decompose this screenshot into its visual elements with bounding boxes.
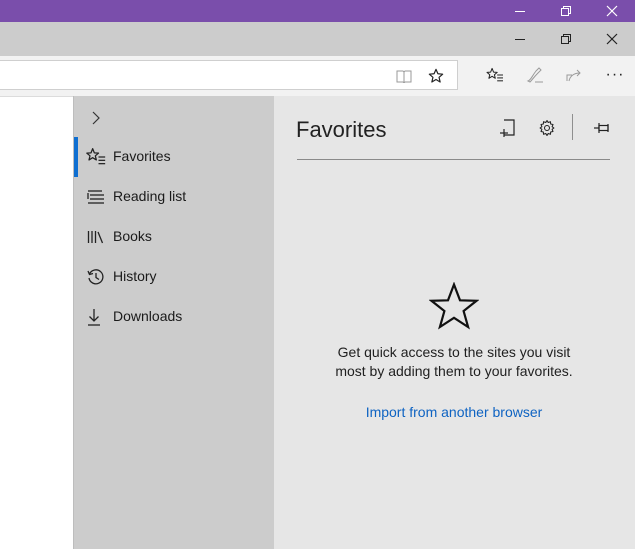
- pane-divider: [297, 159, 610, 160]
- outer-close-button[interactable]: [589, 0, 635, 22]
- books-icon: [86, 227, 106, 247]
- outer-title-bar: [0, 0, 635, 22]
- settings-button[interactable]: [533, 114, 561, 142]
- favorites-hub-icon: [486, 67, 503, 82]
- web-content: [0, 97, 73, 549]
- add-favorite-button[interactable]: [425, 65, 447, 87]
- hub-item-label: Favorites: [113, 148, 171, 164]
- browser-minimize-button[interactable]: [497, 22, 543, 56]
- browser-close-button[interactable]: [589, 22, 635, 56]
- favorites-icon: [86, 147, 106, 167]
- more-button[interactable]: ···: [598, 60, 632, 90]
- add-folder-button[interactable]: [494, 114, 522, 142]
- close-icon: [606, 33, 618, 45]
- gear-icon: [539, 119, 555, 137]
- toolbar-separator: [572, 114, 573, 140]
- close-icon: [606, 5, 618, 17]
- hub-item-books[interactable]: Books: [74, 217, 274, 257]
- star-icon: [428, 68, 444, 83]
- restore-icon: [561, 34, 571, 44]
- web-note-button[interactable]: [518, 60, 552, 90]
- pane-title: Favorites: [296, 117, 387, 142]
- restore-icon: [561, 6, 571, 16]
- hub-item-downloads[interactable]: Downloads: [74, 297, 274, 337]
- reading-list-icon: [86, 187, 106, 207]
- hub-button[interactable]: [478, 60, 512, 90]
- browser-restore-button[interactable]: [543, 22, 589, 56]
- minimize-icon: [515, 11, 525, 12]
- hub-item-label: Books: [113, 228, 152, 244]
- pin-pane-button[interactable]: [588, 114, 616, 142]
- reading-view-button[interactable]: [393, 65, 415, 87]
- hub-item-favorites[interactable]: Favorites: [74, 137, 274, 177]
- hub-item-label: History: [113, 268, 157, 284]
- add-folder-icon: [500, 119, 515, 137]
- address-bar[interactable]: [0, 60, 458, 90]
- hub-item-label: Downloads: [113, 308, 183, 324]
- empty-state-message: Get quick access to the sites you visit …: [335, 344, 573, 379]
- chevron-right-icon: [92, 111, 100, 125]
- outer-minimize-button[interactable]: [497, 0, 543, 22]
- expand-hub-button[interactable]: [86, 108, 106, 128]
- minimize-icon: [515, 39, 525, 40]
- favorites-pane: Favorites Get quick access to the sites …: [274, 96, 635, 549]
- history-icon: [86, 267, 106, 287]
- share-icon: [566, 69, 581, 82]
- outer-restore-button[interactable]: [543, 0, 589, 22]
- hub-item-history[interactable]: History: [74, 257, 274, 297]
- reading-view-icon: [396, 70, 412, 83]
- hub-item-reading-list[interactable]: Reading list: [74, 177, 274, 217]
- pen-icon: [526, 67, 543, 83]
- browser-title-bar: [0, 22, 635, 56]
- empty-favorites-star-icon: [429, 282, 479, 330]
- hub-navigation: Favorites Reading list Books History Dow…: [73, 96, 274, 549]
- pin-icon: [594, 123, 609, 133]
- download-icon: [86, 307, 106, 327]
- browser-toolbar: ···: [0, 56, 635, 97]
- hub-item-label: Reading list: [113, 188, 187, 204]
- import-favorites-link[interactable]: Import from another browser: [314, 404, 594, 420]
- share-button[interactable]: [557, 60, 591, 90]
